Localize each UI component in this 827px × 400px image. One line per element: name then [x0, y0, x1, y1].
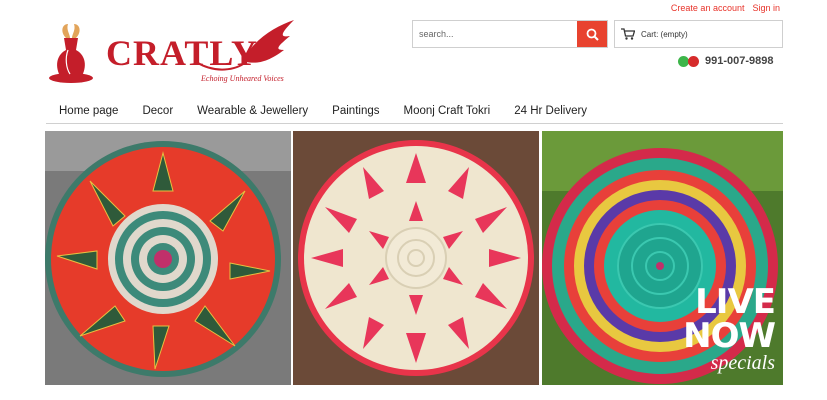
nav-item-paintings[interactable]: Paintings [320, 101, 391, 123]
cart-icon [621, 28, 635, 40]
phone-icon[interactable] [688, 55, 699, 67]
site-logo[interactable]: CRATLY Echoing Unheared Voices [46, 18, 298, 88]
red-basket-image [45, 131, 291, 385]
phone-contact: 991-007-9898 [678, 55, 774, 67]
account-links: Create an account Sign in [671, 3, 780, 13]
logo-wordmark: CRATLY [106, 33, 259, 73]
pink-basket-image [293, 131, 539, 385]
search-input[interactable] [413, 21, 577, 47]
main-navigation: Home page Decor Wearable & Jewellery Pai… [46, 101, 783, 124]
search-button[interactable] [577, 21, 607, 47]
search-bar [412, 20, 608, 48]
logo-tagline: Echoing Unheared Voices [201, 74, 284, 83]
overlay-line-now: NOW [683, 316, 776, 356]
banner-image-pink-basket[interactable] [293, 131, 539, 385]
live-now-overlay: LIVE NOW specials [683, 282, 776, 374]
nav-item-24hr-delivery[interactable]: 24 Hr Delivery [502, 101, 599, 123]
overlay-line-specials: specials [710, 352, 775, 374]
phone-number[interactable]: 991-007-9898 [705, 55, 774, 67]
cart-button[interactable]: Cart: (empty) [614, 20, 783, 48]
banner-image-red-basket[interactable] [45, 131, 291, 385]
create-account-link[interactable]: Create an account [671, 3, 745, 13]
banner-image-teal-basket[interactable]: LIVE NOW specials [542, 131, 783, 385]
search-icon [586, 28, 599, 41]
nav-item-wearable-jewellery[interactable]: Wearable & Jewellery [185, 101, 320, 123]
cart-label: Cart: (empty) [641, 29, 688, 39]
nav-item-decor[interactable]: Decor [130, 101, 185, 123]
overlay-line-live: LIVE [695, 282, 776, 322]
nav-item-home[interactable]: Home page [46, 101, 130, 123]
sign-in-link[interactable]: Sign in [752, 3, 780, 13]
nav-item-moonj-craft-tokri[interactable]: Moonj Craft Tokri [391, 101, 502, 123]
